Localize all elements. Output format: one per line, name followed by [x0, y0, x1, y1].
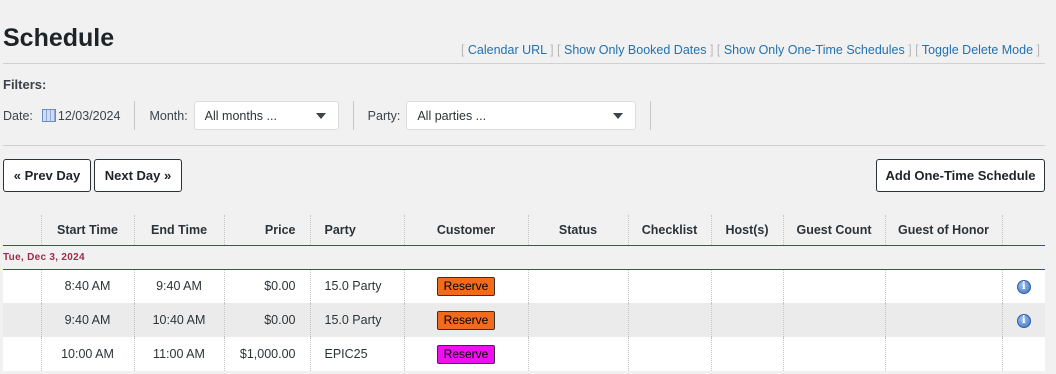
status-cell [527, 269, 628, 303]
hosts-cell [710, 269, 783, 303]
status-cell [527, 337, 628, 371]
date-filter-label: Date: [3, 108, 33, 123]
chevron-down-icon [315, 112, 326, 119]
party-select-value: All parties ... [417, 108, 487, 123]
filter-divider [352, 101, 354, 130]
reserve-badge[interactable]: Reserve [437, 344, 495, 364]
month-select[interactable]: All months ... [193, 101, 339, 130]
actions-cell [1001, 337, 1045, 371]
col-header-guest-of-honor[interactable]: Guest of Honor [884, 215, 1002, 246]
table-header-row: Start Time End Time Price Party Customer… [3, 215, 1045, 246]
guest-of-honor-cell [884, 269, 1002, 303]
col-header-start-time[interactable]: Start Time [40, 215, 134, 246]
checklist-cell [627, 303, 711, 337]
status-cell [527, 303, 628, 337]
customer-cell: Reserve [403, 269, 528, 303]
table-row[interactable]: 9:40 AM 10:40 AM $0.00 15.0 Party Reserv… [3, 303, 1045, 337]
price-cell: $0.00 [223, 269, 310, 303]
actions-cell: i [1001, 269, 1045, 303]
price-cell: $1,000.00 [223, 337, 310, 371]
actions-cell: i [1001, 303, 1045, 337]
price-cell: $0.00 [223, 303, 310, 337]
month-filter-label: Month: [149, 108, 188, 123]
reserve-badge[interactable]: Reserve [437, 276, 495, 296]
col-header-select [3, 215, 41, 246]
guest-of-honor-cell [884, 337, 1002, 371]
table-row[interactable]: 8:40 AM 9:40 AM $0.00 15.0 Party Reserve… [3, 269, 1045, 303]
party-filter-label: Party: [367, 108, 401, 123]
filter-divider [650, 101, 652, 130]
customer-cell: Reserve [403, 303, 528, 337]
title-divider [3, 63, 1045, 64]
end-time-cell: 10:40 AM [133, 303, 224, 337]
row-select-cell [3, 303, 41, 337]
date-group-row: Tue, Dec 3, 2024 [3, 245, 1045, 270]
start-time-cell: 10:00 AM [40, 337, 134, 371]
end-time-cell: 11:00 AM [133, 337, 224, 371]
guest-count-cell [782, 303, 885, 337]
col-header-status[interactable]: Status [527, 215, 628, 246]
col-header-hosts[interactable]: Host(s) [710, 215, 783, 246]
show-one-time-schedules-link[interactable]: Show Only One-Time Schedules [724, 43, 905, 57]
row-select-cell [3, 337, 41, 371]
hosts-cell [710, 303, 783, 337]
schedule-table: Start Time End Time Price Party Customer… [3, 215, 1045, 371]
filter-divider [134, 101, 136, 130]
party-cell: EPIC25 [309, 337, 404, 371]
next-day-button[interactable]: Next Day » [94, 159, 182, 192]
col-header-guest-count[interactable]: Guest Count [782, 215, 885, 246]
date-filter-value[interactable]: 12/03/2024 [58, 109, 121, 123]
col-header-party[interactable]: Party [309, 215, 404, 246]
reserve-badge[interactable]: Reserve [437, 310, 495, 330]
hosts-cell [710, 337, 783, 371]
month-select-value: All months ... [204, 108, 277, 123]
date-group-label: Tue, Dec 3, 2024 [3, 245, 1045, 270]
page-title: Schedule [3, 24, 115, 52]
show-booked-dates-link[interactable]: Show Only Booked Dates [564, 43, 706, 57]
start-time-cell: 9:40 AM [40, 303, 134, 337]
checklist-cell [627, 337, 711, 371]
guest-of-honor-cell [884, 303, 1002, 337]
end-time-cell: 9:40 AM [133, 269, 224, 303]
info-icon[interactable]: i [1016, 314, 1031, 328]
chevron-down-icon [613, 112, 624, 119]
prev-day-button[interactable]: « Prev Day [3, 159, 91, 192]
guest-count-cell [782, 269, 885, 303]
info-icon[interactable]: i [1016, 280, 1031, 295]
guest-count-cell [782, 337, 885, 371]
filters-heading: Filters: [3, 77, 47, 92]
checklist-cell [627, 269, 711, 303]
header-links: [ Calendar URL ] [ Show Only Booked Date… [460, 43, 1040, 57]
customer-cell: Reserve [403, 337, 528, 371]
toggle-delete-mode-link[interactable]: Toggle Delete Mode [922, 43, 1033, 57]
col-header-end-time[interactable]: End Time [133, 215, 224, 246]
col-header-customer[interactable]: Customer [403, 215, 528, 246]
party-cell: 15.0 Party [309, 303, 404, 337]
row-select-cell [3, 269, 41, 303]
calendar-url-link[interactable]: Calendar URL [468, 43, 547, 57]
party-cell: 15.0 Party [309, 269, 404, 303]
calendar-icon[interactable] [41, 109, 56, 122]
filters-divider [3, 145, 1045, 146]
filter-bar: Date: 12/03/2024 Month: All months ... P… [3, 101, 665, 130]
col-header-checklist[interactable]: Checklist [627, 215, 711, 246]
add-one-time-schedule-button[interactable]: Add One-Time Schedule [876, 159, 1045, 192]
start-time-cell: 8:40 AM [40, 269, 134, 303]
table-row[interactable]: 10:00 AM 11:00 AM $1,000.00 EPIC25 Reser… [3, 337, 1045, 371]
party-select[interactable]: All parties ... [406, 101, 637, 130]
col-header-actions [1001, 215, 1045, 246]
col-header-price[interactable]: Price [223, 215, 310, 246]
